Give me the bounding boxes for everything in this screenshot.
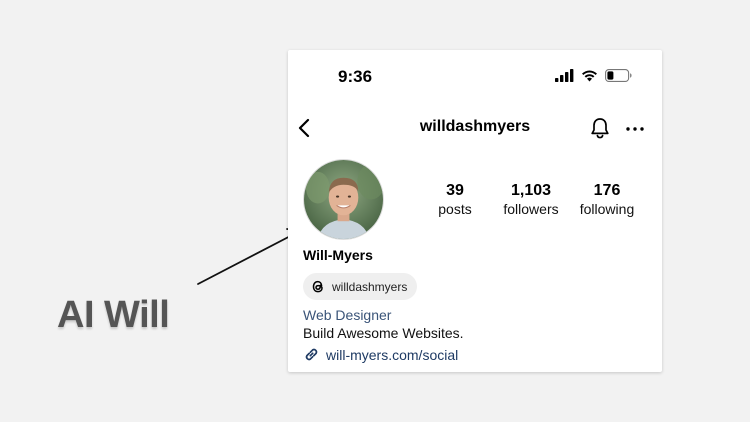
more-dots-icon[interactable] [624, 122, 646, 136]
battery-icon [605, 69, 632, 82]
wifi-icon [582, 70, 597, 82]
bio-text: Build Awesome Websites. [303, 325, 464, 341]
bio-category: Web Designer [303, 307, 392, 323]
display-name: Will-Myers [303, 247, 373, 263]
status-time: 9:36 [338, 67, 373, 86]
threads-handle: willdashmyers [332, 279, 408, 294]
bell-icon[interactable] [588, 116, 612, 140]
avatar[interactable] [303, 159, 384, 240]
profile-link[interactable]: will-myers.com/social [303, 346, 458, 363]
threads-icon [312, 280, 323, 293]
profile-link-text: will-myers.com/social [326, 346, 459, 363]
following-count: 176 [593, 182, 621, 199]
link-icon [305, 348, 318, 361]
status-icons [555, 69, 632, 82]
stat-following[interactable]: 176 following [562, 181, 652, 218]
threads-badge-button[interactable]: willdashmyers [303, 273, 418, 300]
ai-will-label: AI Will [57, 294, 170, 336]
following-label: following [579, 201, 635, 217]
instagram-profile-screen: 9:36 willdashmyers 39 posts 1,103 follow… [288, 50, 662, 372]
signal-icon [555, 69, 574, 82]
